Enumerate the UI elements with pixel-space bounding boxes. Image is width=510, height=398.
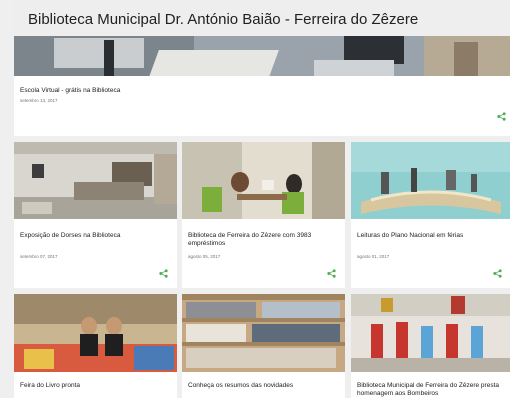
share-icon[interactable] — [493, 269, 502, 278]
blog-header: Biblioteca Municipal Dr. António Baião -… — [14, 0, 510, 36]
post-card-emprestimos[interactable]: Biblioteca de Ferreira do Zêzere com 398… — [182, 142, 345, 288]
post-image-feira-do-livro[interactable] — [14, 294, 177, 372]
post-title[interactable]: Leituras do Plano Nacional em férias — [357, 232, 507, 240]
post-image-emprestimos[interactable] — [182, 142, 345, 219]
post-title[interactable]: Biblioteca de Ferreira do Zêzere com 398… — [188, 232, 338, 248]
post-card-feira-do-livro[interactable]: Feira do Livro pronta — [14, 294, 177, 398]
post-image-exposicao[interactable] — [14, 142, 177, 219]
post-date: setembro 07, 2017 — [20, 254, 58, 259]
blog-title[interactable]: Biblioteca Municipal Dr. António Baião -… — [28, 11, 418, 28]
post-title[interactable]: Exposição de Dorses na Biblioteca — [20, 232, 170, 240]
post-image-bombeiros[interactable] — [351, 294, 510, 372]
post-title[interactable]: Feira do Livro pronta — [20, 382, 172, 390]
post-title[interactable]: Biblioteca Municipal de Ferreira do Zêze… — [357, 382, 509, 398]
post-card-escola-virtual[interactable]: Escola Virtual - grátis na Biblioteca se… — [14, 36, 510, 136]
post-title[interactable]: Escola Virtual - grátis na Biblioteca — [20, 87, 120, 95]
post-date: agosto 05, 2017 — [188, 254, 221, 259]
post-card-leituras[interactable]: Leituras do Plano Nacional em férias ago… — [351, 142, 510, 288]
post-image-leituras[interactable] — [351, 142, 510, 219]
post-title[interactable]: Conheça os resumos das novidades — [188, 382, 340, 390]
post-image-escola-virtual[interactable] — [14, 36, 510, 76]
share-icon[interactable] — [159, 269, 168, 278]
share-icon[interactable] — [327, 269, 336, 278]
post-image-novidades[interactable] — [182, 294, 345, 372]
post-date: agosto 01, 2017 — [357, 254, 390, 259]
post-date: setembro 13, 2017 — [20, 98, 58, 103]
post-card-novidades[interactable]: Conheça os resumos das novidades — [182, 294, 345, 398]
post-card-bombeiros[interactable]: Biblioteca Municipal de Ferreira do Zêze… — [351, 294, 510, 398]
share-icon[interactable] — [497, 112, 506, 121]
post-card-exposicao[interactable]: Exposição de Dorses na Biblioteca setemb… — [14, 142, 177, 288]
